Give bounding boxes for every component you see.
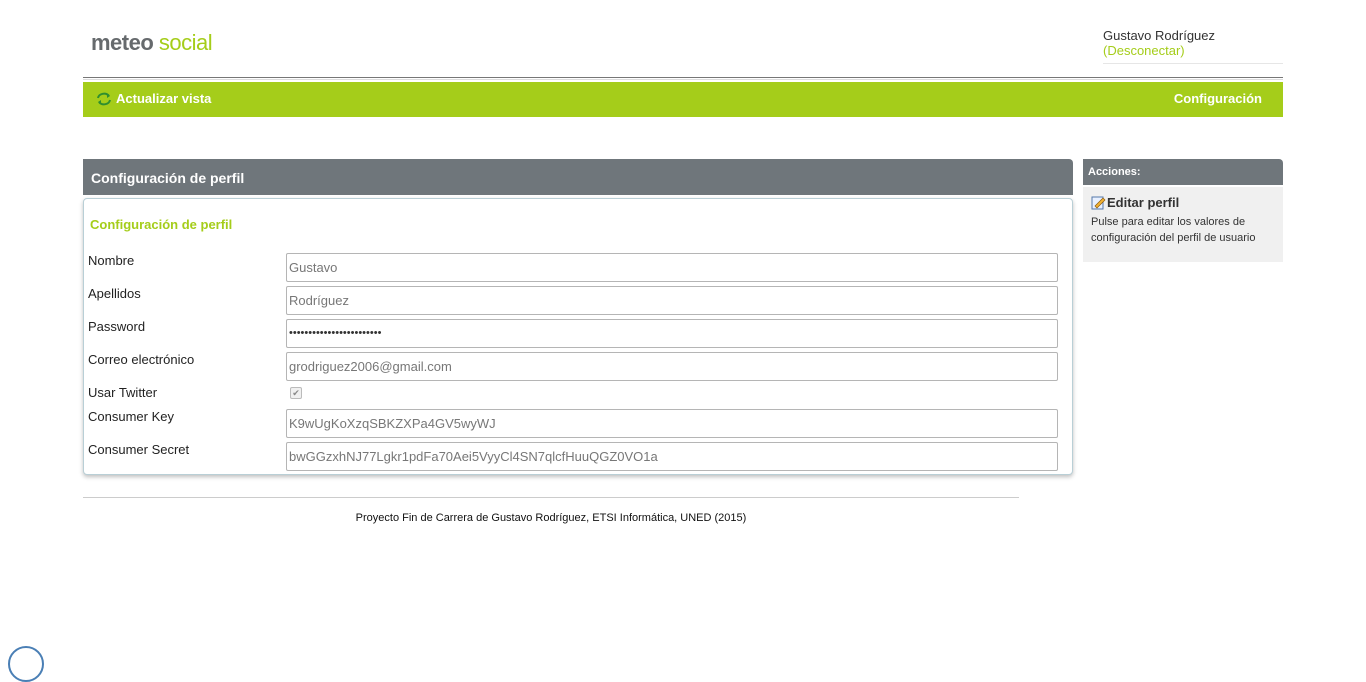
- configuration-link[interactable]: Configuración: [1174, 91, 1262, 106]
- consumer-key-label: Consumer Key: [88, 409, 174, 424]
- user-name: Gustavo Rodríguez: [1103, 28, 1216, 43]
- refresh-view-button[interactable]: Actualizar vista: [96, 91, 211, 106]
- panel-header: Configuración de perfil: [83, 159, 1073, 195]
- section-title: Configuración de perfil: [90, 217, 233, 232]
- logo-part1: meteo: [91, 30, 154, 55]
- navbar: Actualizar vista Configuración: [83, 82, 1283, 117]
- logo[interactable]: meteo social: [91, 30, 213, 56]
- edit-profile-label: Editar perfil: [1107, 195, 1180, 210]
- password-field[interactable]: ••••••••••••••••••••••••: [286, 319, 1058, 348]
- consumer-key-field[interactable]: K9wUgKoXzqSBKZXPa4GV5wyWJ: [286, 409, 1058, 438]
- edit-icon: [1091, 196, 1106, 210]
- profile-form: Configuración de perfil Nombre Gustavo A…: [83, 198, 1073, 475]
- logo-part2: social: [158, 30, 213, 55]
- user-box: Gustavo Rodríguez (Desconectar): [1103, 28, 1283, 64]
- refresh-icon: [97, 92, 111, 105]
- corner-widget[interactable]: [8, 646, 44, 682]
- footer-text: Proyecto Fin de Carrera de Gustavo Rodrí…: [355, 512, 747, 524]
- actions-header: Acciones:: [1083, 159, 1283, 185]
- nombre-field[interactable]: Gustavo: [286, 253, 1058, 282]
- nombre-label: Nombre: [88, 253, 135, 268]
- consumer-secret-label: Consumer Secret: [88, 442, 190, 457]
- refresh-view-label: Actualizar vista: [116, 91, 212, 106]
- email-field[interactable]: grodriguez2006@gmail.com: [286, 352, 1058, 381]
- email-label: Correo electrónico: [88, 352, 195, 367]
- checkmark-icon: ✔: [292, 388, 300, 398]
- consumer-secret-field[interactable]: bwGGzxhNJ77Lgkr1pdFa70Aei5VyyCl4SN7qlcfH…: [286, 442, 1058, 471]
- header-divider: [83, 77, 1283, 78]
- header-divider-light: [83, 79, 1283, 80]
- edit-profile-description: Pulse para editar los valores de configu…: [1091, 216, 1256, 244]
- actions-panel: Editar perfil Pulse para editar los valo…: [1083, 187, 1283, 262]
- logout-link[interactable]: (Desconectar): [1103, 43, 1283, 59]
- password-label: Password: [88, 319, 146, 334]
- apellidos-label: Apellidos: [88, 286, 141, 301]
- apellidos-field[interactable]: Rodríguez: [286, 286, 1058, 315]
- twitter-label: Usar Twitter: [88, 385, 158, 400]
- twitter-checkbox[interactable]: ✔: [290, 387, 302, 399]
- footer-divider: [83, 497, 1019, 498]
- edit-profile-button[interactable]: Editar perfil: [1091, 195, 1275, 210]
